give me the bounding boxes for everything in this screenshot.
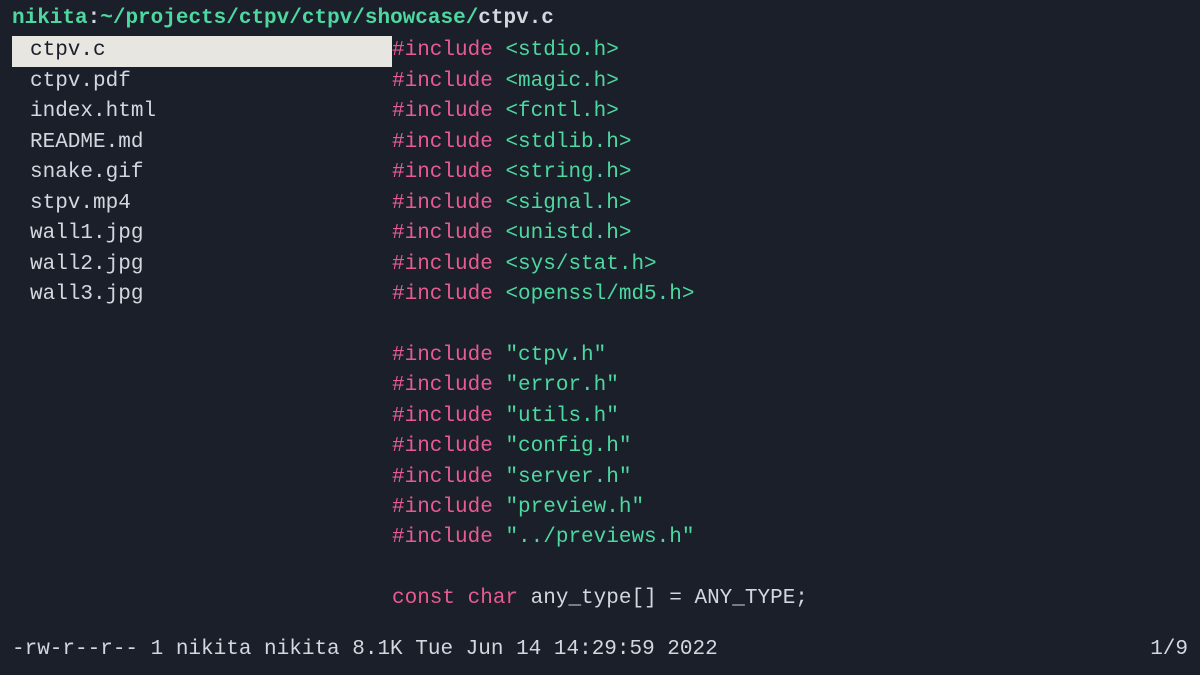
code-token: #include: [392, 283, 493, 306]
code-line: #include "../previews.h": [392, 523, 1188, 553]
code-token: <unistd.h>: [505, 222, 631, 245]
code-line: #include "server.h": [392, 463, 1188, 493]
code-token: [493, 435, 506, 458]
code-token: #include: [392, 344, 493, 367]
code-line: #include <string.h>: [392, 158, 1188, 188]
code-token: <openssl/md5.h>: [505, 283, 694, 306]
code-token: #include: [392, 466, 493, 489]
status-bar: -rw-r--r-- 1 nikita nikita 8.1K Tue Jun …: [12, 635, 1188, 665]
code-token: [493, 192, 506, 215]
code-token: <sys/stat.h>: [505, 253, 656, 276]
code-token: #include: [392, 39, 493, 62]
code-token: #include: [392, 435, 493, 458]
code-token: "config.h": [505, 435, 631, 458]
user-name: nikita: [12, 7, 88, 30]
code-token: #include: [392, 405, 493, 428]
code-line: #include <openssl/md5.h>: [392, 280, 1188, 310]
code-token: [493, 496, 506, 519]
code-token: <string.h>: [505, 161, 631, 184]
code-line: #include "preview.h": [392, 493, 1188, 523]
code-token: #include: [392, 526, 493, 549]
code-line: #include <stdlib.h>: [392, 128, 1188, 158]
code-token: [493, 526, 506, 549]
code-line: [392, 554, 1188, 584]
code-token: #include: [392, 374, 493, 397]
code-token: #include: [392, 253, 493, 276]
code-token: [493, 131, 506, 154]
file-item[interactable]: wall1.jpg: [12, 219, 392, 249]
code-token: "../previews.h": [505, 526, 694, 549]
file-item[interactable]: ctpv.pdf: [12, 67, 392, 97]
code-token: "server.h": [505, 466, 631, 489]
code-token: [493, 253, 506, 276]
code-token: [493, 161, 506, 184]
code-token: "preview.h": [505, 496, 644, 519]
code-token: const: [392, 587, 455, 610]
code-line: #include "utils.h": [392, 402, 1188, 432]
code-line: #include <stdio.h>: [392, 36, 1188, 66]
code-token: any_type[] = ANY_TYPE;: [518, 587, 808, 610]
code-token: [493, 100, 506, 123]
file-item[interactable]: ctpv.c: [12, 36, 392, 66]
code-token: #include: [392, 496, 493, 519]
file-item[interactable]: README.md: [12, 128, 392, 158]
path-header: nikita:~/projects/ctpv/ctpv/showcase/ctp…: [0, 0, 1200, 36]
code-token: char: [468, 587, 518, 610]
file-position: 1/9: [1150, 635, 1188, 665]
code-token: "error.h": [505, 374, 618, 397]
code-token: #include: [392, 100, 493, 123]
code-line: #include <unistd.h>: [392, 219, 1188, 249]
path-separator: :: [88, 7, 101, 30]
code-token: #include: [392, 131, 493, 154]
code-token: [493, 283, 506, 306]
code-token: <fcntl.h>: [505, 100, 618, 123]
code-token: [493, 344, 506, 367]
file-item[interactable]: index.html: [12, 97, 392, 127]
code-token: "utils.h": [505, 405, 618, 428]
code-token: #include: [392, 222, 493, 245]
code-token: [455, 587, 468, 610]
code-token: #include: [392, 192, 493, 215]
file-item[interactable]: wall3.jpg: [12, 280, 392, 310]
code-token: #include: [392, 70, 493, 93]
code-line: #include "config.h": [392, 432, 1188, 462]
file-item[interactable]: wall2.jpg: [12, 250, 392, 280]
code-line: #include <signal.h>: [392, 189, 1188, 219]
file-info: -rw-r--r-- 1 nikita nikita 8.1K Tue Jun …: [12, 635, 718, 665]
file-list[interactable]: ctpv.cctpv.pdfindex.htmlREADME.mdsnake.g…: [12, 36, 392, 614]
code-line: #include "error.h": [392, 371, 1188, 401]
code-line: #include <magic.h>: [392, 67, 1188, 97]
code-token: [493, 39, 506, 62]
code-token: "ctpv.h": [505, 344, 606, 367]
code-token: [493, 466, 506, 489]
code-token: [493, 405, 506, 428]
preview-pane[interactable]: #include <stdio.h>#include <magic.h>#inc…: [392, 36, 1188, 614]
main-content: ctpv.cctpv.pdfindex.htmlREADME.mdsnake.g…: [0, 36, 1200, 614]
code-line: #include <fcntl.h>: [392, 97, 1188, 127]
file-item[interactable]: stpv.mp4: [12, 189, 392, 219]
code-token: [493, 374, 506, 397]
current-file-name: ctpv.c: [478, 7, 554, 30]
code-token: <stdlib.h>: [505, 131, 631, 154]
code-line: #include <sys/stat.h>: [392, 250, 1188, 280]
directory-path: ~/projects/ctpv/ctpv/showcase/: [100, 7, 478, 30]
code-line: const char any_type[] = ANY_TYPE;: [392, 584, 1188, 614]
code-token: [493, 222, 506, 245]
code-token: <signal.h>: [505, 192, 631, 215]
code-token: [493, 70, 506, 93]
code-token: #include: [392, 161, 493, 184]
code-line: #include "ctpv.h": [392, 341, 1188, 371]
code-line: [392, 310, 1188, 340]
file-item[interactable]: snake.gif: [12, 158, 392, 188]
code-token: <magic.h>: [505, 70, 618, 93]
code-token: <stdio.h>: [505, 39, 618, 62]
